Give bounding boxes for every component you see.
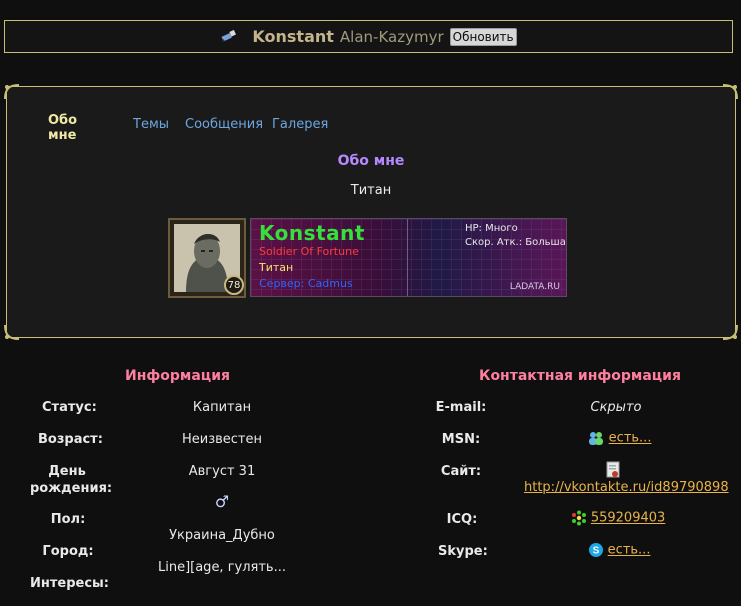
interests-value: Line][age, гулять... xyxy=(157,560,286,575)
tab-topics[interactable]: Темы xyxy=(133,117,169,132)
frame-corner-ornament-icon xyxy=(4,84,20,100)
character-card: Konstant Soldier Of Fortune Титан Сервер… xyxy=(250,218,567,297)
profile-header: Konstant Alan-Kazymyr Обновить xyxy=(4,20,733,53)
frame-corner-ornament-icon xyxy=(722,84,738,100)
avatar: 78 xyxy=(168,218,246,298)
card-class: Soldier Of Fortune xyxy=(259,245,359,258)
site-link[interactable]: http://vkontakte.ru/id89790898 xyxy=(524,480,729,495)
icq-link[interactable]: 559209403 xyxy=(591,511,665,526)
card-attack-speed: Скор. Атк.: Большая xyxy=(465,237,567,248)
header-realname: Alan-Kazymyr xyxy=(339,27,444,46)
header-nickname: Konstant xyxy=(252,27,334,46)
skype-icon: S xyxy=(588,543,603,557)
msn-label: MSN: xyxy=(441,432,481,447)
city-value: Украина_Дубно xyxy=(169,528,275,543)
skype-label: Skype: xyxy=(438,544,488,559)
skype-entry: S есть... xyxy=(582,542,656,558)
frame-corner-ornament-icon xyxy=(4,324,20,340)
site-label: Сайт: xyxy=(440,464,482,479)
birthday-label: День рождения: xyxy=(30,464,113,496)
profile-panel: Обо мне Темы Сообщения Галерея Обо мне Т… xyxy=(4,84,738,340)
tab-messages[interactable]: Сообщения xyxy=(185,117,263,132)
contact-section-title: Контактная информация xyxy=(479,368,681,384)
interests-label: Интересы: xyxy=(30,576,109,591)
tab-gallery[interactable]: Галерея xyxy=(272,117,328,132)
gender-male-icon: ♂ xyxy=(214,492,230,511)
email-value: Скрыто xyxy=(590,400,642,415)
svg-text:S: S xyxy=(592,546,599,557)
refresh-button[interactable]: Обновить xyxy=(449,27,517,46)
card-nickname: Konstant xyxy=(259,221,365,245)
birthday-label-line2: рождения: xyxy=(30,481,113,496)
icq-entry: 559209403 xyxy=(570,510,666,526)
site-entry: http://vkontakte.ru/id89790898 xyxy=(524,480,729,495)
info-section-title: Информация xyxy=(125,368,230,384)
msn-icon xyxy=(588,432,603,445)
birthday-label-line1: День xyxy=(48,464,86,479)
tab-about[interactable]: Обо мне xyxy=(48,113,77,143)
card-race: Титан xyxy=(259,261,294,274)
status-label: Статус: xyxy=(42,400,97,415)
age-value: Неизвестен xyxy=(181,432,262,447)
age-label: Возраст: xyxy=(38,432,103,447)
frame-corner-ornament-icon xyxy=(722,324,738,340)
msn-link[interactable]: есть... xyxy=(609,431,652,446)
edit-pen-icon xyxy=(221,29,237,42)
birthday-value: Август 31 xyxy=(188,464,256,479)
about-title: Обо мне xyxy=(337,153,405,169)
about-text: Титан xyxy=(350,183,392,198)
skype-link[interactable]: есть... xyxy=(608,543,651,558)
card-divider xyxy=(407,219,408,296)
status-value: Капитан xyxy=(192,400,252,415)
website-icon xyxy=(606,461,620,478)
level-badge: 78 xyxy=(224,275,244,295)
icq-flower-icon xyxy=(571,510,586,526)
email-label: E-mail: xyxy=(435,400,487,415)
icq-label: ICQ: xyxy=(446,512,478,527)
gender-label: Пол: xyxy=(50,512,86,527)
card-site: LADATA.RU xyxy=(509,282,560,292)
card-hp: HP: Много xyxy=(465,223,518,234)
city-label: Город: xyxy=(42,544,94,559)
msn-entry: есть... xyxy=(582,430,656,446)
card-server: Сервер: Cadmus xyxy=(259,277,353,290)
